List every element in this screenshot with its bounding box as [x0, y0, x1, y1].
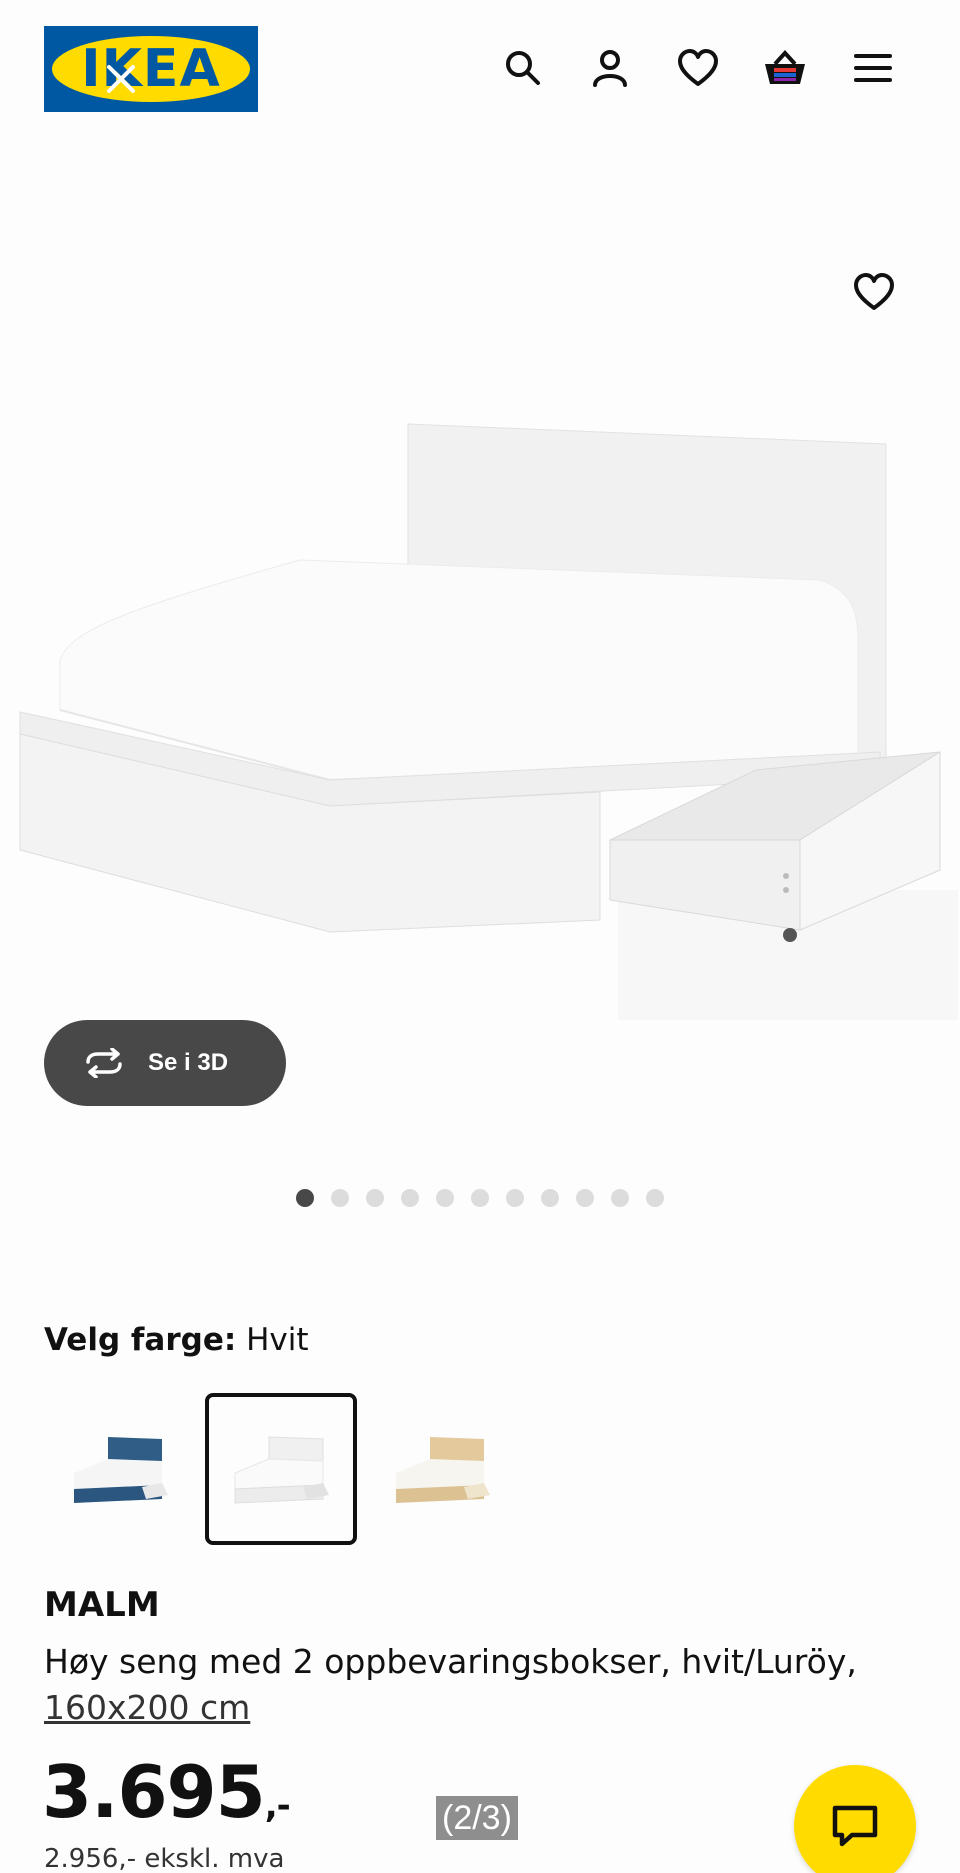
page-indicator: (2/3) — [436, 1796, 518, 1840]
favorite-heart-icon[interactable] — [846, 264, 902, 320]
carousel-dot[interactable] — [506, 1189, 524, 1207]
carousel-dot[interactable] — [331, 1189, 349, 1207]
rotate-3d-icon — [86, 1048, 122, 1078]
view-3d-button[interactable]: Se i 3D — [44, 1020, 286, 1106]
carousel-dot[interactable] — [366, 1189, 384, 1207]
close-icon[interactable] — [104, 62, 138, 96]
color-label-text: Velg farge: — [44, 1322, 237, 1358]
chat-button[interactable] — [794, 1765, 916, 1873]
carousel-dot[interactable] — [646, 1189, 664, 1207]
carousel-dot[interactable] — [611, 1189, 629, 1207]
product-description: Høy seng med 2 oppbevaringsbokser, hvit/… — [44, 1642, 857, 1681]
carousel-dots — [296, 1189, 664, 1207]
price-ex-vat: 2.956,- ekskl. mva — [44, 1844, 285, 1873]
basket-icon[interactable] — [757, 40, 813, 96]
product-name: MALM — [44, 1585, 160, 1625]
color-swatch-blue[interactable] — [44, 1393, 196, 1545]
logo-text: IKEA — [81, 39, 221, 99]
price-value: 3.695 — [42, 1750, 266, 1834]
product-image[interactable] — [0, 140, 960, 1030]
price-suffix: ,- — [264, 1786, 291, 1826]
heart-icon[interactable] — [670, 40, 726, 96]
color-value: Hvit — [246, 1322, 309, 1358]
bed-illustration — [19, 423, 958, 1020]
carousel-dot[interactable] — [471, 1189, 489, 1207]
search-icon[interactable] — [495, 40, 551, 96]
account-icon[interactable] — [582, 40, 638, 96]
chat-icon — [832, 1805, 878, 1847]
carousel-dot[interactable] — [436, 1189, 454, 1207]
product-price: 3.695,- — [42, 1750, 291, 1834]
view-3d-label: Se i 3D — [148, 1049, 229, 1076]
carousel-dot[interactable] — [401, 1189, 419, 1207]
color-swatch-oak[interactable] — [366, 1393, 518, 1545]
ikea-logo[interactable]: IKEA — [44, 26, 258, 112]
carousel-dot[interactable] — [541, 1189, 559, 1207]
header: IKEA — [0, 0, 960, 140]
color-picker-label: Velg farge: Hvit — [44, 1322, 309, 1358]
color-swatch-white[interactable] — [205, 1393, 357, 1545]
product-size-link[interactable]: 160x200 cm — [44, 1688, 250, 1727]
menu-icon[interactable] — [845, 40, 901, 96]
carousel-dot[interactable] — [296, 1189, 314, 1207]
carousel-dot[interactable] — [576, 1189, 594, 1207]
